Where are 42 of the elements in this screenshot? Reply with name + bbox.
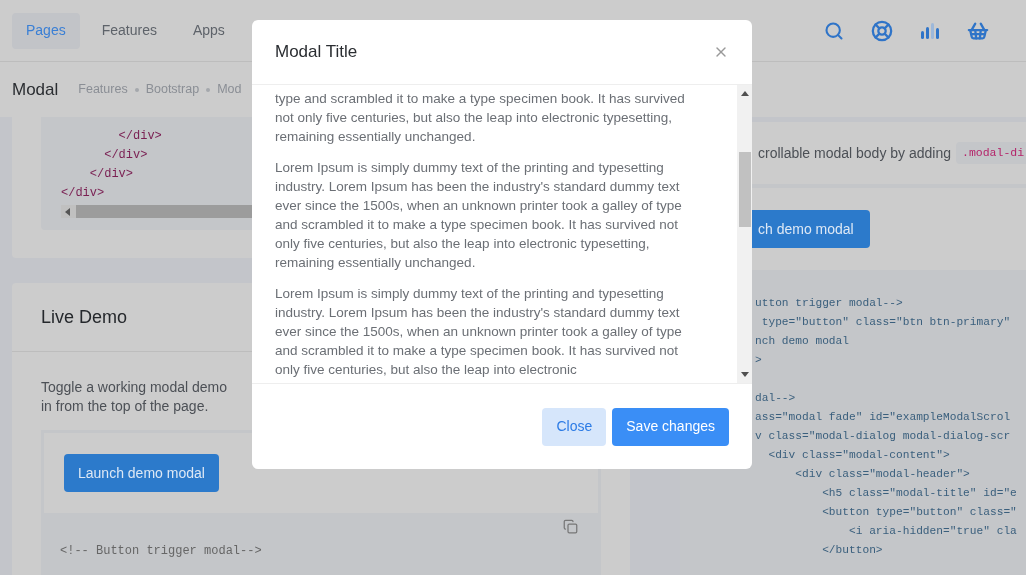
code-line: </div>: [117, 128, 162, 145]
modal-title: Modal Title: [275, 41, 358, 64]
breadcrumb-link[interactable]: Mod: [217, 80, 242, 99]
code-line: type="button" class="btn btn-primary": [760, 315, 1011, 330]
body-paragraph: Lorem Ipsum is simply dummy text of the printing and typesetting industry. Lorem Ipsum has been the industry's standard dummy text ever since the 1500s, when an unknown printer took a galley of type and scrambled it to make a type specimen book. It has survived not only five centuries, but also the leap into electronic: [275, 285, 683, 379]
breadcrumb-link[interactable]: Bootstrap: [145, 80, 200, 99]
card-title: Live Demo: [41, 305, 128, 329]
body-paragraph: Lorem Ipsum is simply dummy text of the printing and typesetting industry. Lorem Ipsum has been the industry's standard dummy text ever since the 1500s, when an unknown printer took a galley of type and scrambled it to make a type specimen book. It has survived not only five centuries, but also the leap into electronic typesetting, remaining essentially unchanged.: [275, 159, 683, 272]
code-line: </div>: [88, 166, 133, 183]
vertical-scrollbar[interactable]: [737, 85, 752, 383]
code-line: </button>: [821, 543, 883, 558]
code-line: >: [755, 353, 762, 368]
lifebuoy-icon[interactable]: [871, 19, 893, 42]
code-line: nch demo modal: [755, 334, 849, 349]
code-line: dal-->: [755, 391, 796, 406]
nav-tab[interactable]: Pages: [12, 12, 80, 49]
search-icon[interactable]: [824, 20, 844, 41]
bar-chart-icon[interactable]: [920, 21, 940, 40]
code-line: <div class="modal-header">: [794, 467, 970, 482]
code-line: ass="modal fade" id="exampleModalScrol: [755, 410, 1011, 425]
code-chip: .modal-di: [956, 142, 1026, 164]
description-text: Toggle a working modal demo: [41, 378, 227, 397]
code-line: v class="modal-dialog modal-dialog-scr: [755, 429, 1011, 444]
description-text: crollable modal body by adding: [758, 143, 951, 163]
code-line: utton trigger modal-->: [755, 296, 903, 311]
description-text: in from the top of the page.: [41, 397, 209, 416]
code-line: <h5 class="modal-title" id="e: [821, 486, 1017, 501]
breadcrumb-link[interactable]: Features: [78, 80, 128, 99]
code-line: <div class="modal-content">: [767, 448, 950, 463]
code-line: <i aria-hidden="true" cla: [848, 524, 1017, 539]
nav-tab[interactable]: Apps: [178, 12, 239, 49]
launch-demo-button[interactable]: Launch demo modal: [64, 454, 219, 492]
modal-button[interactable]: Save changes: [612, 407, 729, 446]
code-line: <!-- Button trigger modal-->: [60, 543, 263, 560]
code-line: <button type="button" class=": [821, 505, 1017, 520]
body-paragraph: type and scrambled it to make a type specimen book. It has survived not only five centuries, but also the leap into electronic typesetting, remaining essentially unchanged.: [275, 90, 686, 146]
modal-button[interactable]: Close: [542, 407, 607, 446]
code-line: </div>: [103, 147, 148, 164]
code-line: </div>: [61, 185, 105, 202]
page-title: Modal: [12, 78, 59, 101]
copy-icon[interactable]: [563, 519, 578, 534]
nav-tab[interactable]: Features: [87, 12, 171, 49]
